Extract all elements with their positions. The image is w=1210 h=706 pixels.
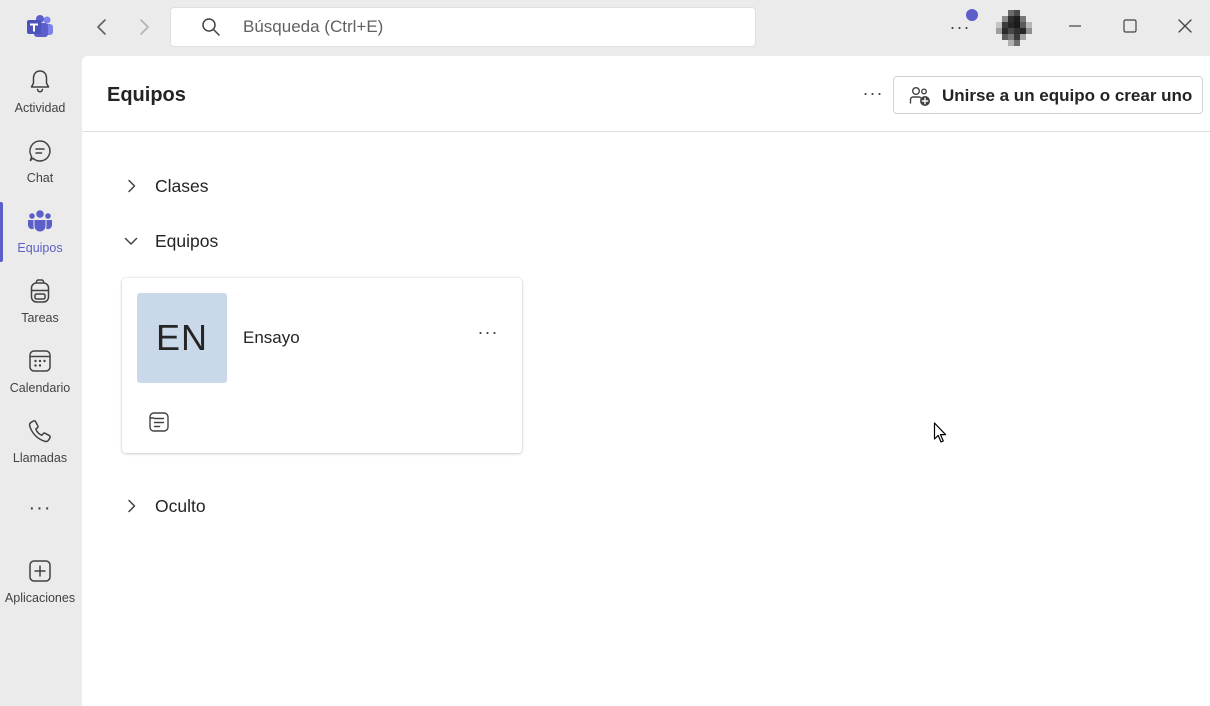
search-box[interactable] xyxy=(170,7,756,47)
title-bar: ··· xyxy=(0,0,1210,56)
section-label: Clases xyxy=(155,176,209,196)
panel-header: Equipos ··· Unirse a un equipo o crear u… xyxy=(82,56,1210,132)
class-notebook-icon[interactable] xyxy=(147,410,171,434)
calendar-icon xyxy=(29,350,51,372)
search-input[interactable] xyxy=(243,9,723,45)
rail-item-equipos[interactable]: Equipos xyxy=(0,204,80,268)
chevron-right-icon xyxy=(128,499,136,513)
teams-panel: Equipos ··· Unirse a un equipo o crear u… xyxy=(82,56,1210,706)
team-more-options-button[interactable]: ··· xyxy=(473,322,503,346)
notification-badge xyxy=(966,9,978,21)
join-button-label: Unirse a un equipo o crear uno xyxy=(942,86,1193,105)
section-label: Equipos xyxy=(155,231,219,251)
app-bar: Actividad Chat Equipos Tareas Calendario… xyxy=(0,56,82,706)
join-or-create-team-button[interactable]: Unirse a un equipo o crear uno xyxy=(893,76,1203,114)
chevron-down-icon xyxy=(124,237,138,245)
close-icon[interactable] xyxy=(1174,15,1196,37)
rail-label: Calendario xyxy=(9,381,71,395)
back-arrow-icon[interactable] xyxy=(90,15,114,39)
rail-label: Aplicaciones xyxy=(4,591,76,605)
bell-icon xyxy=(30,70,50,93)
teams-icon xyxy=(27,210,53,232)
rail-item-actividad[interactable]: Actividad xyxy=(0,64,80,128)
team-initials: EN xyxy=(155,317,208,358)
phone-icon xyxy=(28,420,51,443)
add-square-icon xyxy=(29,560,51,582)
rail-label: Actividad xyxy=(14,101,66,115)
rail-item-aplicaciones[interactable]: Aplicaciones xyxy=(0,554,80,618)
rail-label: Chat xyxy=(26,171,54,185)
rail-label: Equipos xyxy=(17,241,63,255)
team-avatar: EN xyxy=(137,293,227,383)
team-card-ensayo[interactable]: EN Ensayo ··· xyxy=(122,278,522,453)
forward-arrow-icon[interactable] xyxy=(132,15,156,39)
header-more-button[interactable]: ··· xyxy=(859,81,887,109)
backpack-icon xyxy=(30,279,50,303)
rail-item-tareas[interactable]: Tareas xyxy=(0,274,80,338)
mouse-cursor-icon xyxy=(933,422,947,443)
chat-icon xyxy=(29,140,51,162)
rail-label: Tareas xyxy=(21,311,59,325)
rail-label: Llamadas xyxy=(12,451,68,465)
minimize-icon[interactable] xyxy=(1064,15,1086,37)
rail-item-calendario[interactable]: Calendario xyxy=(0,344,80,408)
maximize-icon[interactable] xyxy=(1119,15,1141,37)
teams-logo-icon[interactable] xyxy=(26,14,54,40)
avatar[interactable] xyxy=(996,10,1032,48)
section-label: Oculto xyxy=(155,496,206,516)
more-apps-button[interactable]: ··· xyxy=(26,496,54,524)
page-title: Equipos xyxy=(107,84,186,106)
search-icon xyxy=(202,18,220,36)
people-add-icon xyxy=(909,87,930,106)
rail-item-llamadas[interactable]: Llamadas xyxy=(0,414,80,478)
chevron-right-icon xyxy=(128,179,136,193)
rail-item-chat[interactable]: Chat xyxy=(0,134,80,198)
team-name[interactable]: Ensayo xyxy=(243,328,300,348)
